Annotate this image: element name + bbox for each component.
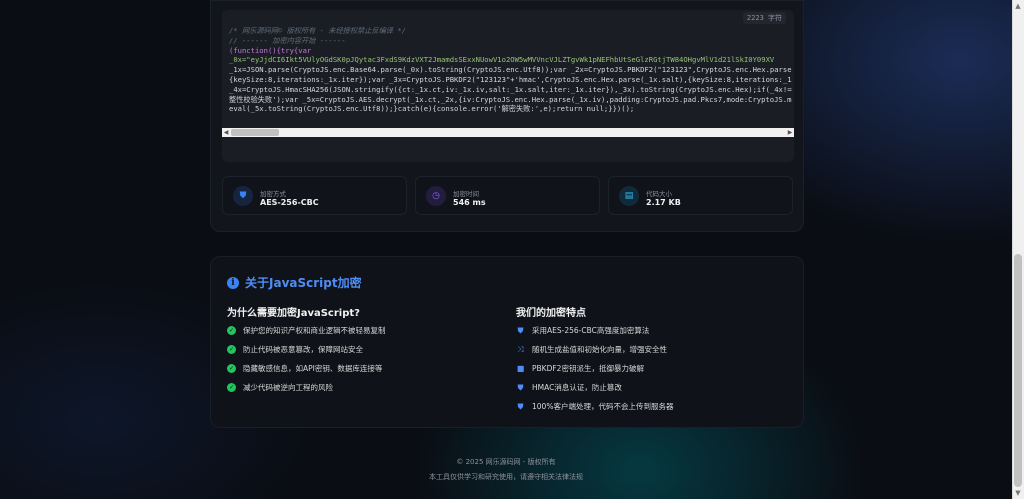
list-item-text: 采用AES-256-CBC高强度加密算法 (532, 326, 650, 335)
list-item: ✓ 减少代码被逆向工程的风险 (227, 382, 333, 393)
list-item-text: PBKDF2密钥派生，抵御暴力破解 (532, 364, 644, 373)
info-icon: i (227, 276, 239, 289)
shield-icon: ⛊ (233, 186, 253, 206)
char-count-badge: 2223 字符 (742, 12, 786, 24)
code-line: (function(){try{var (229, 45, 312, 55)
list-item: ✓ 隐藏敏感信息，如API密钥、数据库连接等 (227, 363, 382, 374)
horizontal-scrollbar-thumb[interactable] (231, 129, 279, 136)
list-item: ⤨ 随机生成盐值和初始化向量，增强安全性 (516, 344, 667, 355)
stat-value: 2.17 KB (646, 198, 681, 207)
list-item: ⛊ HMAC消息认证，防止篡改 (516, 382, 622, 393)
features-title: 我们的加密特点 (516, 308, 586, 319)
lock-icon: ■ (516, 364, 525, 373)
list-item: ⛊ 100%客户端处理，代码不会上传到服务器 (516, 401, 674, 412)
list-item-text: 防止代码被恶意篡改，保障网站安全 (243, 345, 363, 354)
check-circle-icon: ✓ (227, 383, 236, 392)
stat-label: 加密时间 (453, 190, 479, 198)
code-line: 整性校验失败');var _5x=CryptoJS.AES.decrypt(_1… (229, 94, 792, 104)
stat-encryption-method: ⛊ 加密方式 AES-256-CBC (222, 176, 407, 215)
shuffle-icon: ⤨ (517, 344, 524, 354)
scroll-down-icon[interactable]: ▼ (1014, 489, 1022, 497)
about-title-text: 关于JavaScript加密 (245, 276, 362, 290)
encrypted-code-panel[interactable]: 2223 字符 /* 网乐源码网© 版权所有 - 未经授权禁止反编译 */// … (222, 10, 794, 162)
about-title: i 关于JavaScript加密 (227, 274, 362, 291)
footer-notice: 本工具仅供学习和研究使用，请遵守相关法律法规 (429, 473, 583, 481)
code-line: _0x="eyJjdCI6Ikt5VUlyOGdSK0pJQytac3FxdS9… (229, 55, 775, 65)
code-line: eval(_5x.toString(CryptoJS.enc.Utf8));}c… (229, 104, 635, 114)
check-circle-icon: ✓ (227, 326, 236, 335)
list-item: ✓ 防止代码被恶意篡改，保障网站安全 (227, 344, 363, 355)
code-line: {keySize:8,iterations:_1x.iter});var _3x… (229, 74, 792, 84)
page-scrollbar[interactable]: ▲ ▼ (1012, 0, 1024, 499)
code-line: _1x=JSON.parse(CryptoJS.enc.Base64.parse… (229, 65, 792, 75)
list-item-text: 保护您的知识产权和商业逻辑不被轻易复制 (243, 326, 386, 335)
why-encrypt-title: 为什么需要加密JavaScript? (227, 308, 360, 319)
shield-icon: ⛊ (517, 382, 524, 392)
scroll-right-icon[interactable]: ▶ (786, 128, 794, 137)
scroll-up-icon[interactable]: ▲ (1014, 2, 1022, 10)
scroll-left-icon[interactable]: ◀ (222, 128, 230, 137)
code-line: _4x=CryptoJS.HmacSHA256(JSON.stringify({… (229, 84, 792, 94)
list-item-text: 随机生成盐值和初始化向量，增强安全性 (532, 345, 667, 354)
encrypted-code-text[interactable]: /* 网乐源码网© 版权所有 - 未经授权禁止反编译 */// ------ 加… (229, 26, 792, 120)
list-item-text: 减少代码被逆向工程的风险 (243, 383, 333, 392)
footer-copyright: © 2025 网乐源码网 - 版权所有 (456, 458, 556, 466)
file-icon: ▤ (619, 186, 639, 206)
code-line: /* 网乐源码网© 版权所有 - 未经授权禁止反编译 */ (229, 26, 406, 35)
shield-icon: ⛊ (517, 325, 524, 335)
list-item: ✓ 保护您的知识产权和商业逻辑不被轻易复制 (227, 325, 386, 336)
stat-encryption-time: ◷ 加密时间 546 ms (415, 176, 600, 215)
list-item-text: 隐藏敏感信息，如API密钥、数据库连接等 (243, 364, 383, 373)
list-item-text: 100%客户端处理，代码不会上传到服务器 (532, 402, 674, 411)
stat-value: AES-256-CBC (260, 198, 319, 207)
code-line: // ------ 加密内容开始 ------ (229, 35, 346, 45)
stat-code-size: ▤ 代码大小 2.17 KB (608, 176, 793, 215)
stat-value: 546 ms (453, 198, 486, 207)
stat-label: 加密方式 (260, 190, 286, 198)
horizontal-scrollbar[interactable]: ◀ ▶ (222, 128, 794, 137)
list-item: ■ PBKDF2密钥派生，抵御暴力破解 (516, 363, 644, 374)
check-circle-icon: ✓ (227, 345, 236, 354)
clock-icon: ◷ (426, 186, 446, 206)
list-item-text: HMAC消息认证，防止篡改 (532, 383, 622, 392)
page-scrollbar-thumb[interactable] (1014, 254, 1022, 487)
shield-icon: ⛊ (517, 401, 524, 411)
list-item: ⛊ 采用AES-256-CBC高强度加密算法 (516, 325, 650, 336)
check-circle-icon: ✓ (227, 364, 236, 373)
stat-label: 代码大小 (646, 190, 672, 198)
